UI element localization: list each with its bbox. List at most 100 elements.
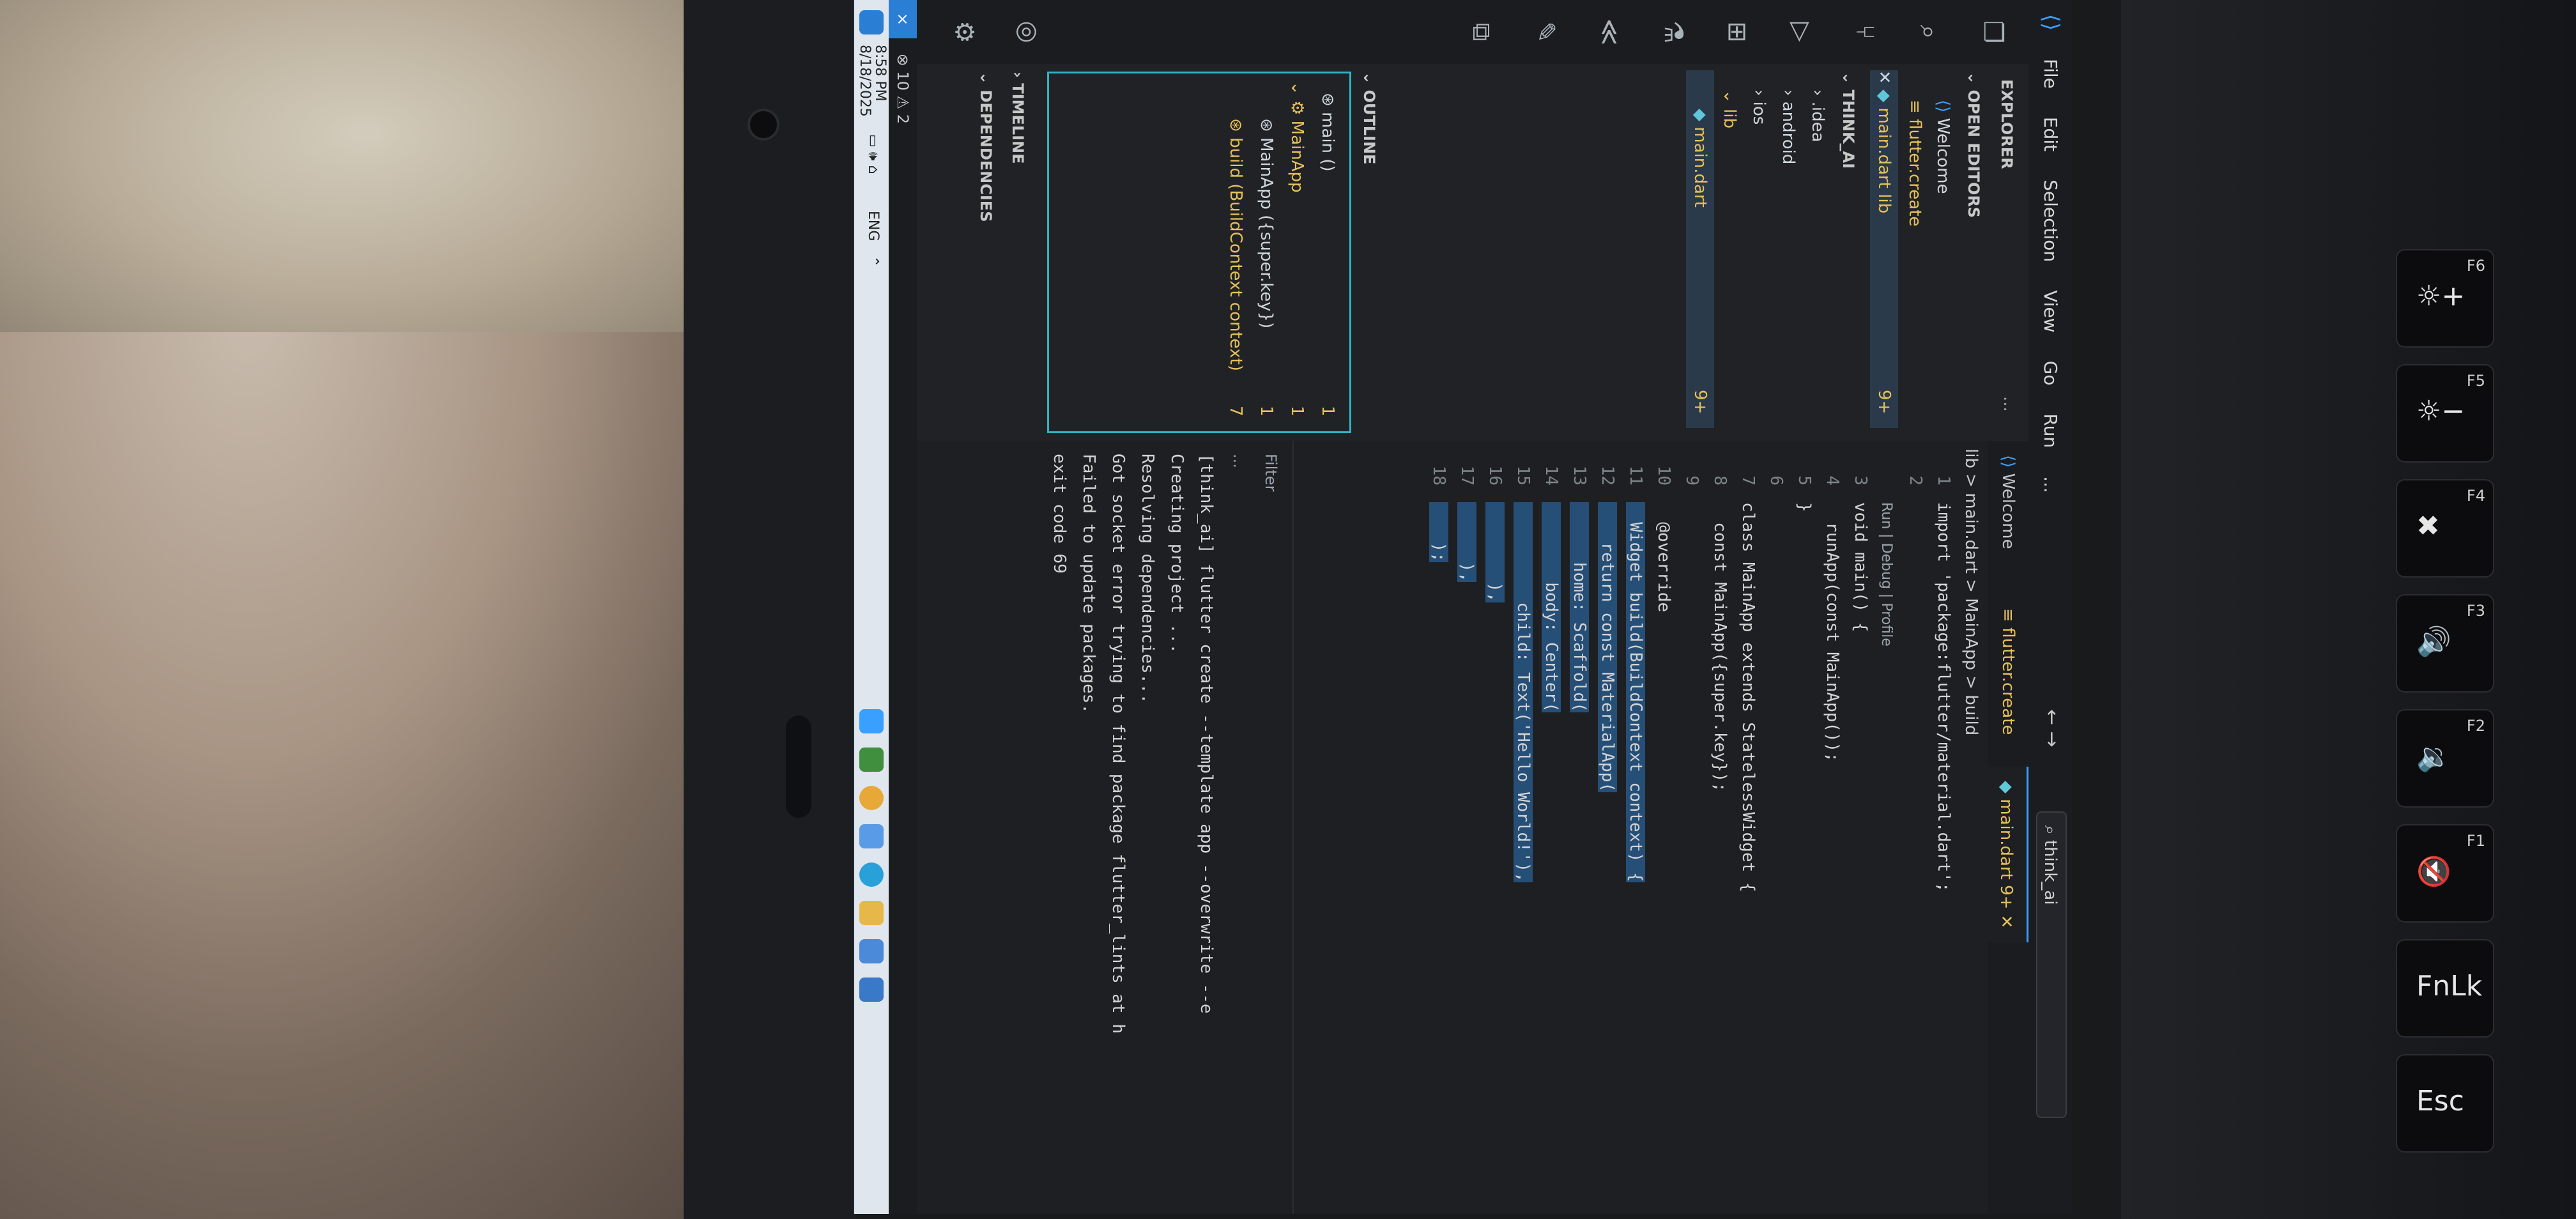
key-f2[interactable]: 🔉 F2 <box>2396 709 2494 808</box>
key-f5[interactable]: ☼− F5 <box>2396 364 2494 463</box>
search-icon: ⌕ <box>2041 825 2060 840</box>
code-line: const MainApp({super.key}); <box>1710 502 1729 792</box>
dependencies-header[interactable]: ⌄ DEPENDENCIES <box>972 72 1000 222</box>
code-line: Widget build(BuildContext context) { <box>1626 502 1645 882</box>
tab-welcome[interactable]: ⟨⟩ Welcome <box>1988 441 2028 564</box>
project-label: THINK_AI <box>1839 89 1857 169</box>
key-esc[interactable]: Esc <box>2396 1054 2494 1153</box>
key-f3[interactable]: 🔊 F3 <box>2396 594 2494 693</box>
battery-volume-icon[interactable]: ▭ 🕪 ⌂ <box>865 134 881 174</box>
file-main-dart[interactable]: ◆ main.dart 9+ <box>1686 70 1714 428</box>
line-number: 17 <box>1457 465 1476 486</box>
explorer-more-icon[interactable]: ... <box>1995 396 2023 412</box>
remote-icon[interactable]: ⧉ <box>1465 15 1498 49</box>
outline-item-constructor-count: 1 <box>1257 406 1276 417</box>
error-icon: ⊗ <box>894 53 912 72</box>
notification-icon[interactable] <box>859 10 884 34</box>
open-editor-main-dart[interactable]: ✕ ◆ main.dart lib 9+ <box>1870 70 1898 428</box>
file-explorer-taskbar-icon[interactable] <box>859 901 884 925</box>
outline-item-constructor[interactable]: ⊛ MainApp ({super.key}) 1 <box>1252 118 1280 425</box>
vscode-window: ⟨⟩ File Edit Selection View Go Run ... ←… <box>854 0 2072 1214</box>
line-number: 3 <box>1851 475 1870 486</box>
warning-icon: ⚠ <box>894 95 912 114</box>
close-icon[interactable]: ✕ <box>1997 915 2016 929</box>
key-f4[interactable]: ✖ F4 <box>2396 479 2494 578</box>
dart-file-icon: ◆ <box>1997 781 2016 799</box>
breadcrumb[interactable]: lib > main.dart > MainApp > build <box>1957 441 1985 735</box>
outline-item-mainapp-count: 1 <box>1287 406 1307 417</box>
search-icon[interactable]: ⌕ <box>1912 15 1945 49</box>
folder-lib[interactable]: ⌄ lib <box>1715 89 1744 128</box>
run-debug-icon[interactable]: ▷ <box>1784 15 1818 49</box>
menu-edit[interactable]: Edit <box>2041 103 2062 165</box>
edge-taskbar-icon[interactable] <box>859 862 884 887</box>
chrome-taskbar-icon[interactable] <box>859 786 884 810</box>
timeline-header[interactable]: › TIMELINE <box>1004 72 1032 164</box>
outline-item-mainapp-label: MainApp <box>1287 120 1307 193</box>
app-taskbar-icon[interactable] <box>859 747 884 772</box>
open-editors-header[interactable]: ⌄ OPEN EDITORS <box>1959 72 1988 218</box>
tray-chevron-icon[interactable]: ⌃ <box>865 256 881 267</box>
timeline-label: TIMELINE <box>1009 83 1027 164</box>
background-pillow <box>0 0 735 332</box>
copilot-taskbar-icon[interactable] <box>859 824 884 848</box>
webcam <box>747 109 779 141</box>
flutter-icon[interactable]: ≪ <box>1593 15 1626 49</box>
outline-item-mainapp[interactable]: ⌄ ⚙ MainApp 1 <box>1283 81 1311 425</box>
explorer-icon[interactable]: ❐ <box>1976 15 2009 49</box>
dart-file-icon: ◆ <box>1874 89 1894 108</box>
menu-view[interactable]: View <box>2041 276 2062 346</box>
key-fnlk[interactable]: FnLk <box>2396 939 2494 1038</box>
line-number: 2 <box>1906 475 1925 486</box>
copilot-icon[interactable]: ✎ <box>1529 15 1562 49</box>
line-number: 16 <box>1485 465 1505 486</box>
panel-filter[interactable]: Filter <box>1262 454 1280 491</box>
menu-selection[interactable]: Selection <box>2041 165 2062 276</box>
menu-go[interactable]: Go <box>2041 347 2062 400</box>
project-header[interactable]: ⌄ THINK_AI <box>1834 72 1862 169</box>
dart-file-icon: ◆ <box>1690 109 1710 127</box>
menu-run[interactable]: Run <box>2041 399 2062 462</box>
account-icon[interactable]: ◎ <box>1011 15 1045 49</box>
outline-header[interactable]: ⌄ OUTLINE <box>1355 72 1383 164</box>
remote-status-icon[interactable]: ⨯ <box>889 0 917 38</box>
menu-more[interactable]: ... <box>2041 462 2062 507</box>
store-taskbar-icon[interactable] <box>859 939 884 963</box>
code-line: import 'package:flutter/material.dart'; <box>1934 502 1953 893</box>
vscode-taskbar-icon[interactable] <box>859 709 884 733</box>
extensions-icon[interactable]: ⊞ <box>1721 15 1754 49</box>
outline-item-main[interactable]: ⊛ main () 1 <box>1314 93 1342 425</box>
key-f1[interactable]: 🔇 F1 <box>2396 824 2494 923</box>
tab-main-dart[interactable]: ◆ main.dart 9+ ✕ <box>1986 767 2028 943</box>
close-icon[interactable]: ✕ <box>1874 70 1894 89</box>
panel-ellipsis: ... <box>1230 454 1248 468</box>
open-editor-flutter-create-label: flutter.create <box>1905 119 1924 227</box>
start-taskbar-icon[interactable] <box>859 977 884 1002</box>
nav-arrows[interactable]: ← → <box>2041 709 2063 747</box>
open-editor-welcome[interactable]: ⟨⟩ Welcome <box>1929 100 1957 194</box>
activity-bar: ❐ ⌕ ⑂ ▷ ⊞ ⚗ ≪ ✎ ⧉ ◎ ⚙ <box>917 0 2028 64</box>
source-control-icon[interactable]: ⑂ <box>1848 15 1882 49</box>
line-number: 10 <box>1654 465 1673 486</box>
open-editor-flutter-create[interactable]: ≡ flutter.create <box>1901 100 1929 226</box>
folder-idea[interactable]: › .idea <box>1804 89 1832 142</box>
code-lens-run-debug[interactable]: Run | Debug | Profile <box>1878 502 1894 647</box>
menu-file[interactable]: File <box>2041 45 2062 103</box>
clock[interactable]: 8:58 PM 8/18/2025 <box>857 45 888 117</box>
folder-ios[interactable]: › ios <box>1745 89 1773 125</box>
outline-item-build-count: 7 <box>1226 406 1245 417</box>
problems-status[interactable]: ⊗ 10 ⚠ 2 <box>894 54 912 124</box>
terminal-line: Failed to update packages. <box>1079 454 1098 714</box>
folder-android[interactable]: › android <box>1774 89 1802 164</box>
command-center-search[interactable]: ⌕ think_ai <box>2036 811 2067 1118</box>
settings-gear-icon[interactable]: ⚙ <box>947 15 981 49</box>
testing-icon[interactable]: ⚗ <box>1657 15 1690 49</box>
outline-item-build[interactable]: ⊛ build (BuildContext context) 7 <box>1222 118 1250 425</box>
line-number: 8 <box>1710 475 1729 486</box>
file-main-dart-label: main.dart <box>1690 126 1710 208</box>
tab-flutter-create[interactable]: ≡ flutter.create <box>1988 594 2028 749</box>
key-f6[interactable]: ☼+ F6 <box>2396 249 2494 348</box>
language-indicator[interactable]: ENG <box>865 211 881 241</box>
vscode-file-icon: ⟨⟩ <box>1933 100 1952 118</box>
code-line: } <box>1795 502 1814 512</box>
